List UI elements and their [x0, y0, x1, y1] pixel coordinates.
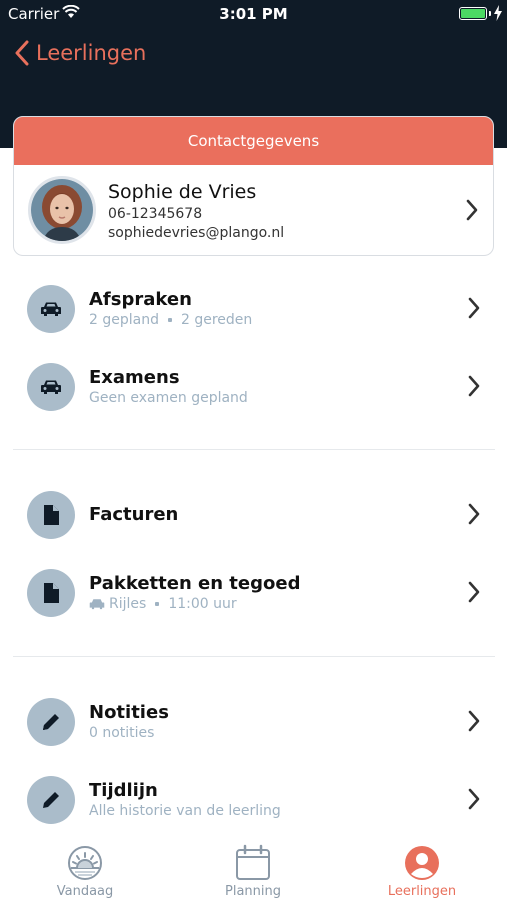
- tab-label: Leerlingen: [387, 884, 457, 899]
- pencil-icon-circle: [27, 698, 75, 746]
- tab-leerlingen[interactable]: Leerlingen: [362, 844, 482, 899]
- chevron-right-icon: [466, 199, 478, 221]
- pakketten-subtitle: Rijles 11:00 uur: [89, 596, 237, 612]
- sunrise-icon: [68, 846, 102, 880]
- separator-dot: [167, 318, 172, 322]
- status-bar: Carrier 3:01 PM: [0, 0, 507, 30]
- afspraken-planned: 2 gepland: [89, 312, 159, 328]
- car-icon: [89, 599, 105, 610]
- car-icon: [41, 302, 61, 316]
- document-icon: [44, 505, 59, 525]
- contact-card: Contactgegevens Sophie de Vries 06-12345…: [13, 116, 494, 256]
- calendar-icon: [236, 844, 270, 880]
- chevron-left-icon: [15, 40, 29, 66]
- tijdlijn-title: Tijdlijn: [89, 780, 158, 801]
- tijdlijn-subtitle: Alle historie van de leerling: [89, 803, 281, 819]
- status-time: 3:01 PM: [219, 5, 288, 23]
- pencil-icon: [43, 792, 59, 808]
- battery-tip: [489, 11, 491, 16]
- document-icon-circle: [27, 491, 75, 539]
- chevron-right-icon: [468, 503, 480, 525]
- list-item-tijdlijn[interactable]: Tijdlijn Alle historie van de leerling: [0, 762, 507, 836]
- avatar: [28, 176, 96, 244]
- pencil-icon-circle: [27, 776, 75, 824]
- back-button[interactable]: Leerlingen: [14, 38, 146, 68]
- document-icon-circle: [27, 569, 75, 617]
- pakketten-duration: 11:00 uur: [168, 596, 237, 612]
- car-icon-circle: [27, 285, 75, 333]
- tab-bar: Vandaag Planning Leerlingen: [0, 838, 507, 900]
- pakketten-title: Pakketten en tegoed: [89, 573, 301, 594]
- chevron-right-icon: [468, 710, 480, 732]
- car-icon-circle: [27, 363, 75, 411]
- notities-title: Notities: [89, 702, 169, 723]
- contact-details-button[interactable]: Sophie de Vries 06-12345678 sophiedevrie…: [14, 165, 493, 255]
- pencil-icon: [43, 714, 59, 730]
- chevron-right-icon: [468, 788, 480, 810]
- tab-planning[interactable]: Planning: [193, 844, 313, 899]
- examens-subtitle: Geen examen gepland: [89, 390, 248, 406]
- chevron-right-icon: [468, 297, 480, 319]
- contact-card-header: Contactgegevens: [14, 117, 493, 165]
- tab-label: Planning: [225, 884, 281, 899]
- facturen-title: Facturen: [89, 504, 179, 525]
- afspraken-subtitle: 2 gepland 2 gereden: [89, 312, 252, 328]
- afspraken-driven: 2 gereden: [180, 312, 253, 328]
- notities-subtitle: 0 notities: [89, 725, 155, 741]
- section-divider: [13, 656, 495, 657]
- charging-icon: [494, 5, 502, 21]
- afspraken-title: Afspraken: [89, 289, 192, 310]
- list-item-facturen[interactable]: Facturen: [0, 477, 507, 551]
- document-icon: [44, 583, 59, 603]
- section-divider: [13, 449, 495, 450]
- back-label: Leerlingen: [36, 41, 147, 65]
- battery-icon: [459, 7, 487, 20]
- contact-name: Sophie de Vries: [108, 181, 257, 203]
- chevron-right-icon: [468, 581, 480, 603]
- chevron-right-icon: [468, 375, 480, 397]
- tab-vandaag[interactable]: Vandaag: [25, 844, 145, 899]
- list-item-pakketten[interactable]: Pakketten en tegoed Rijles 11:00 uur: [0, 555, 507, 629]
- examens-title: Examens: [89, 367, 180, 388]
- separator-dot: [155, 602, 160, 606]
- car-icon: [41, 380, 61, 394]
- list-item-examens[interactable]: Examens Geen examen gepland: [0, 349, 507, 423]
- contact-email: sophiedevries@plango.nl: [108, 225, 285, 241]
- user-icon: [405, 846, 439, 880]
- list-item-afspraken[interactable]: Afspraken 2 gepland 2 gereden: [0, 271, 507, 345]
- tab-label: Vandaag: [56, 884, 114, 899]
- list-item-notities[interactable]: Notities 0 notities: [0, 684, 507, 758]
- contact-phone: 06-12345678: [108, 206, 203, 222]
- pakketten-lesson-type: Rijles: [109, 596, 147, 612]
